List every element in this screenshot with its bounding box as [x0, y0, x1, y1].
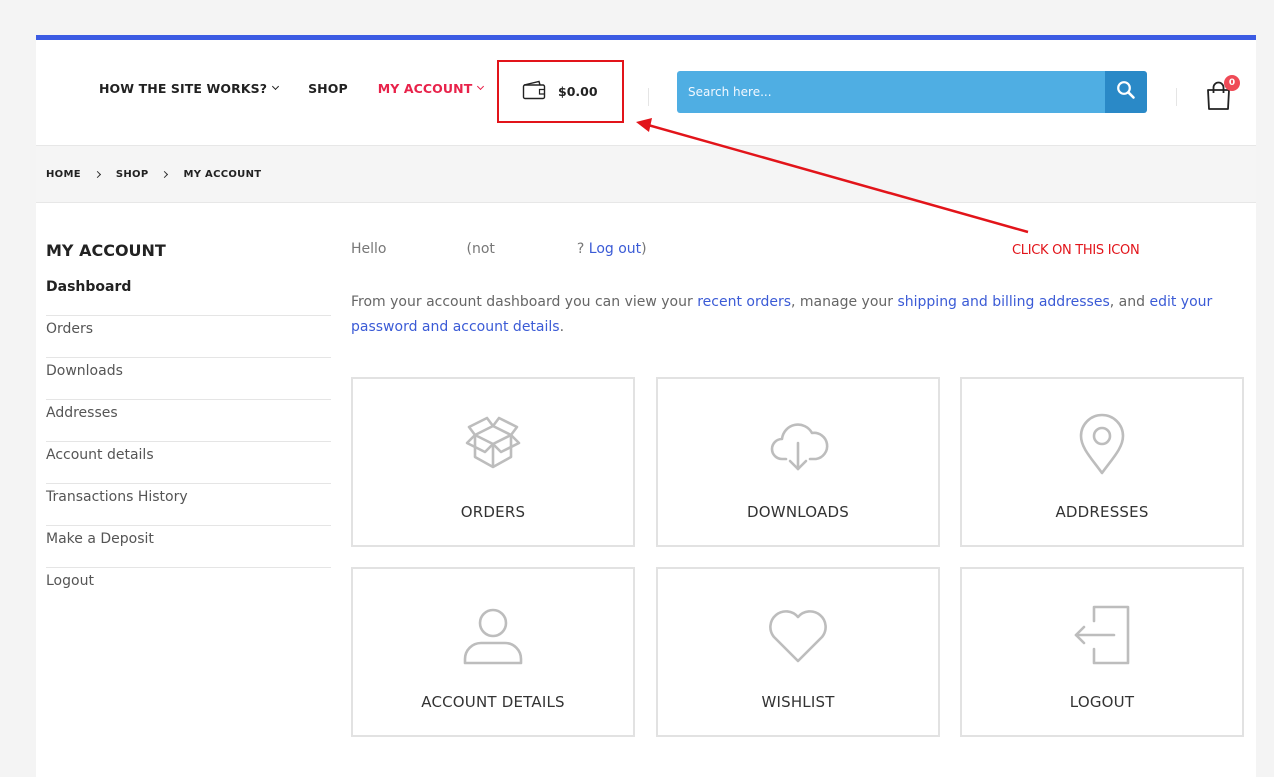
nav-label: SHOP: [308, 81, 348, 96]
intro-text: .: [559, 319, 565, 335]
sidebar-item-orders[interactable]: Orders: [46, 316, 331, 358]
greeting-not: (not: [466, 241, 495, 257]
wallet-button[interactable]: $0.00: [497, 60, 624, 123]
nav-how-site-works[interactable]: HOW THE SITE WORKS?: [99, 81, 280, 96]
user-icon: [461, 603, 525, 667]
shopping-bag-icon: [1204, 81, 1234, 116]
intro-text: From your account dashboard you can view…: [351, 294, 698, 310]
card-addresses[interactable]: ADDRESSES: [960, 377, 1244, 547]
sidebar-item-logout[interactable]: Logout: [46, 568, 331, 610]
intro-text: , and: [1109, 294, 1150, 310]
main-nav: HOW THE SITE WORKS? SHOP MY ACCOUNT: [99, 81, 513, 96]
card-account-details[interactable]: ACCOUNT DETAILS: [351, 567, 635, 737]
box-icon: [461, 413, 525, 477]
divider: [648, 88, 649, 106]
breadcrumb-current: MY ACCOUNT: [183, 168, 262, 180]
divider: [1176, 88, 1177, 106]
sidebar-item-make-deposit[interactable]: Make a Deposit: [46, 526, 331, 568]
recent-orders-link[interactable]: recent orders: [697, 294, 791, 310]
greeting-close: ): [641, 241, 647, 257]
map-pin-icon: [1070, 413, 1134, 477]
breadcrumb-shop[interactable]: SHOP: [116, 169, 149, 180]
account-sidebar: MY ACCOUNT Dashboard Orders Downloads Ad…: [46, 241, 331, 610]
breadcrumb-home[interactable]: HOME: [46, 169, 81, 180]
card-label: ADDRESSES: [1055, 503, 1149, 521]
cart-count-badge: 0: [1224, 75, 1240, 91]
sidebar-item-transactions-history[interactable]: Transactions History: [46, 484, 331, 526]
sidebar-item-addresses[interactable]: Addresses: [46, 400, 331, 442]
wallet-balance: $0.00: [558, 84, 598, 99]
wallet-icon: [522, 80, 546, 104]
card-wishlist[interactable]: WISHLIST: [656, 567, 940, 737]
card-downloads[interactable]: DOWNLOADS: [656, 377, 940, 547]
greeting-question: ?: [576, 241, 585, 257]
logout-icon: [1070, 603, 1134, 667]
nav-label: MY ACCOUNT: [377, 81, 473, 96]
nav-shop[interactable]: SHOP: [308, 81, 348, 96]
card-label: WISHLIST: [761, 693, 835, 711]
card-label: LOGOUT: [1069, 693, 1135, 711]
card-label: DOWNLOADS: [747, 503, 849, 521]
card-label: ORDERS: [460, 503, 526, 521]
chevron-down-icon: [272, 82, 280, 91]
chevron-right-icon: [93, 170, 101, 178]
sidebar-title: MY ACCOUNT: [46, 241, 166, 260]
nav-label: HOW THE SITE WORKS?: [99, 81, 268, 96]
sidebar-item-downloads[interactable]: Downloads: [46, 358, 331, 400]
sidebar-item-dashboard[interactable]: Dashboard: [46, 274, 331, 316]
site-header: HOW THE SITE WORKS? SHOP MY ACCOUNT $0.0…: [36, 40, 1256, 145]
intro-text: , manage your: [791, 294, 898, 310]
search-bar: [677, 71, 1147, 113]
card-label: ACCOUNT DETAILS: [421, 693, 565, 711]
search-icon: [1116, 80, 1136, 104]
dashboard-intro: From your account dashboard you can view…: [351, 290, 1231, 340]
card-logout[interactable]: LOGOUT: [960, 567, 1244, 737]
cart-button[interactable]: 0: [1204, 75, 1240, 112]
card-orders[interactable]: ORDERS: [351, 377, 635, 547]
nav-my-account[interactable]: MY ACCOUNT: [377, 81, 485, 96]
cloud-download-icon: [766, 413, 830, 477]
page: HOW THE SITE WORKS? SHOP MY ACCOUNT $0.0…: [36, 35, 1256, 777]
search-button[interactable]: [1105, 71, 1147, 113]
sidebar-item-account-details[interactable]: Account details: [46, 442, 331, 484]
chevron-right-icon: [161, 170, 169, 178]
addresses-link[interactable]: shipping and billing addresses: [897, 294, 1109, 310]
search-input[interactable]: [677, 71, 1105, 113]
breadcrumb: HOME SHOP MY ACCOUNT: [36, 145, 1256, 203]
annotation-text: CLICK ON THIS ICON: [1012, 243, 1140, 258]
chevron-down-icon: [477, 82, 485, 91]
heart-icon: [766, 603, 830, 667]
greeting-text: Hello: [351, 241, 387, 257]
logout-link[interactable]: Log out: [589, 241, 641, 257]
